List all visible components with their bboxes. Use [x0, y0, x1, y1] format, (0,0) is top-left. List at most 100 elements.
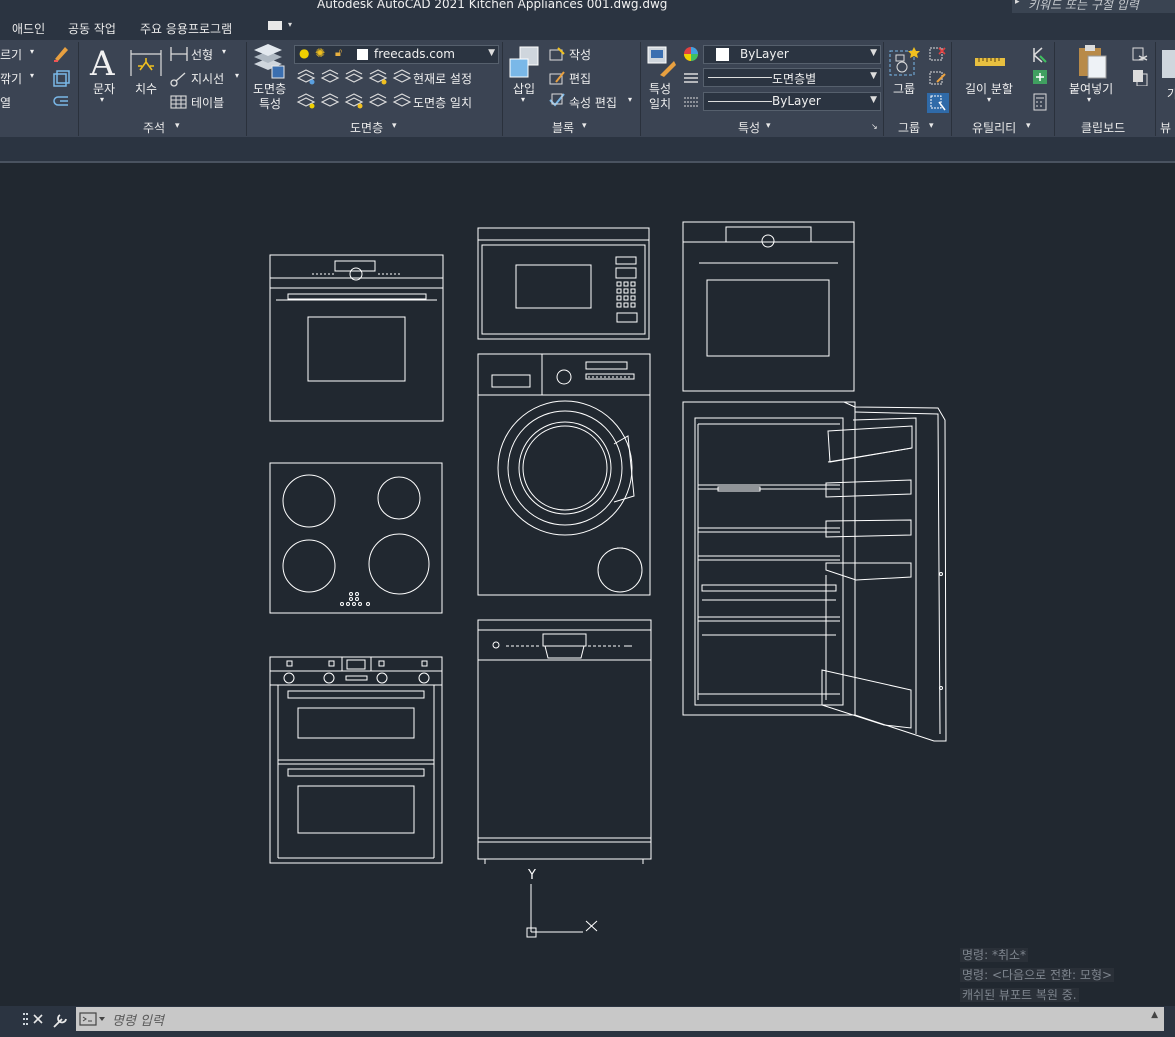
paste-icon[interactable]	[1076, 44, 1108, 80]
chevron-down-icon[interactable]: ▾	[929, 121, 934, 131]
linetype-preview	[708, 77, 772, 78]
text-tool-label[interactable]: 문자	[93, 80, 115, 97]
history-line: 명령: <다음으로 전환: 모형>	[960, 968, 1115, 982]
layer-properties-label-2[interactable]: 특성	[259, 95, 281, 112]
set-current-layer-button[interactable]: 현재로 설정	[413, 70, 472, 87]
chevron-down-icon[interactable]: ▾	[175, 121, 180, 131]
search-placeholder: 키워드 또는 구절 입력	[1028, 0, 1139, 12]
match-properties-icon[interactable]	[646, 45, 678, 79]
chevron-down-icon[interactable]: ▾	[582, 121, 587, 131]
lineweight-dropdown[interactable]: ByLayer ▼	[703, 92, 881, 111]
chevron-down-icon[interactable]: ▾	[987, 95, 991, 104]
chevron-down-icon[interactable]: ▾	[235, 71, 239, 80]
layer-properties-icon[interactable]	[252, 44, 286, 80]
color-dropdown-value: ByLayer	[740, 47, 789, 61]
layer-dropdown-value: freecads.com	[374, 47, 455, 61]
color-dropdown[interactable]: ByLayer ▼	[703, 45, 881, 64]
linetype-dropdown-value: 도면층별	[772, 72, 817, 86]
tab-collaborate[interactable]: 공동 작업	[68, 20, 116, 37]
draw-item-2[interactable]: 깎기	[0, 70, 22, 87]
chevron-down-icon[interactable]: ▾	[392, 121, 397, 131]
view-tool-label[interactable]: 가	[1167, 85, 1175, 102]
chevron-down-icon[interactable]: ▾	[766, 121, 771, 131]
built-in-oven-drawing	[269, 254, 444, 422]
clipboard-tool-icons[interactable]	[1131, 46, 1149, 86]
panel-title-utilities[interactable]: 유틸리티	[972, 119, 1016, 136]
modify-tools-icon[interactable]	[52, 44, 70, 114]
panel-title-annotation[interactable]: 주석	[143, 119, 165, 136]
open-refrigerator-drawing	[682, 401, 947, 742]
chevron-down-icon[interactable]: ▾	[30, 71, 34, 80]
panel-title-groups[interactable]: 그룹	[898, 119, 920, 136]
match-properties-label-2[interactable]: 일치	[649, 95, 671, 112]
match-layer-button[interactable]: 도면층 일치	[413, 94, 472, 111]
tab-featured-apps[interactable]: 주요 응용프로그램	[140, 20, 232, 37]
command-history: 명령: *취소* 명령: <다음으로 전환: 모형> 캐쉬된 뷰포트 복원 중.	[960, 946, 1160, 1006]
command-prompt-icon[interactable]	[79, 1012, 107, 1026]
panel-title-block[interactable]: 블록	[552, 119, 574, 136]
property-type-icons	[684, 47, 698, 107]
panel-title-layers[interactable]: 도면층	[350, 119, 383, 136]
linear-dimension-button[interactable]: 선형	[191, 46, 213, 63]
view-tool-icon[interactable]	[1162, 50, 1175, 78]
microwave-drawing	[477, 227, 650, 340]
table-button[interactable]: 테이블	[191, 94, 224, 111]
search-expand-icon[interactable]: ▸	[1015, 0, 1020, 7]
draw-item-3[interactable]: 열	[0, 94, 11, 111]
edit-block-button[interactable]: 편집	[569, 70, 591, 87]
search-input[interactable]: ▸ 키워드 또는 구절 입력	[1012, 0, 1175, 13]
chevron-down-icon[interactable]: ▾	[521, 95, 525, 104]
dimension-label[interactable]: 치수	[135, 80, 157, 97]
measure-icon[interactable]	[974, 54, 1006, 68]
paste-label[interactable]: 붙여넣기	[1069, 80, 1113, 97]
layer-set-icons[interactable]	[392, 68, 412, 112]
lightbulb-icon[interactable]: ●	[299, 46, 309, 60]
edit-attributes-button[interactable]: 속성 편집	[569, 94, 617, 111]
dimension-icon[interactable]	[128, 46, 164, 80]
dialog-launcher-icon[interactable]: ↘	[871, 122, 878, 131]
leader-button[interactable]: 지시선	[191, 70, 224, 87]
chevron-down-icon[interactable]: ▼	[870, 48, 877, 58]
chevron-down-icon[interactable]: ▼	[870, 71, 877, 81]
sun-icon[interactable]: ✺	[315, 46, 325, 60]
insert-block-icon[interactable]	[508, 45, 542, 79]
annotation-small-icons[interactable]	[169, 45, 189, 115]
command-input[interactable]: 명령 입력 ▲	[76, 1007, 1164, 1031]
lock-icon[interactable]: 🔓︎	[335, 46, 342, 60]
panel-title-view[interactable]: 뷰	[1160, 119, 1171, 136]
cooktop-drawing	[269, 462, 443, 614]
chevron-down-icon[interactable]: ▼	[488, 48, 495, 58]
text-tool-icon[interactable]: A	[90, 44, 115, 84]
chevron-down-icon[interactable]: ▾	[30, 47, 34, 56]
chevron-up-icon[interactable]: ▲	[1151, 1010, 1158, 1020]
drawing-canvas[interactable]: Y	[0, 165, 1175, 1006]
command-input-placeholder: 명령 입력	[112, 1014, 164, 1029]
chevron-down-icon[interactable]: ▾	[628, 95, 632, 104]
draw-item-1[interactable]: 르기	[0, 46, 22, 63]
double-oven-drawing	[269, 656, 443, 864]
ucs-y-label: Y	[527, 868, 536, 883]
panel-title-properties[interactable]: 특성	[738, 119, 760, 136]
chevron-down-icon[interactable]: ▼	[870, 95, 877, 105]
create-block-button[interactable]: 작성	[569, 46, 591, 63]
file-tab-strip	[0, 137, 1175, 163]
ribbon: 르기 ▾ 깎기 ▾ 열 A 문자 ▾ 치수 선형 ▾ 지시선 ▾ 테이블 주석 …	[0, 40, 1175, 137]
tab-addins[interactable]: 애드인	[12, 20, 45, 37]
chevron-down-icon[interactable]: ▾	[100, 95, 104, 104]
linetype-dropdown[interactable]: 도면층별 ▼	[703, 68, 881, 87]
block-tool-icons[interactable]	[548, 46, 566, 110]
panel-title-clipboard[interactable]: 클립보드	[1081, 119, 1125, 136]
group-icon[interactable]	[888, 45, 922, 79]
chevron-down-icon[interactable]: ▾	[1087, 95, 1091, 104]
layer-color-swatch	[357, 49, 368, 60]
layer-tool-icons[interactable]	[296, 68, 392, 112]
command-line-controls[interactable]	[22, 1011, 74, 1029]
chevron-down-icon[interactable]: ▾	[288, 20, 292, 29]
group-tool-icons[interactable]	[927, 46, 949, 114]
tab-minimize-toggle-icon[interactable]	[268, 21, 282, 30]
chevron-down-icon[interactable]: ▾	[222, 47, 226, 56]
utility-tool-icons[interactable]	[1030, 46, 1050, 112]
layer-dropdown[interactable]: ● ✺ 🔓︎ freecads.com ▼	[294, 45, 499, 64]
group-label[interactable]: 그룹	[893, 80, 915, 97]
chevron-down-icon[interactable]: ▾	[1026, 121, 1031, 131]
